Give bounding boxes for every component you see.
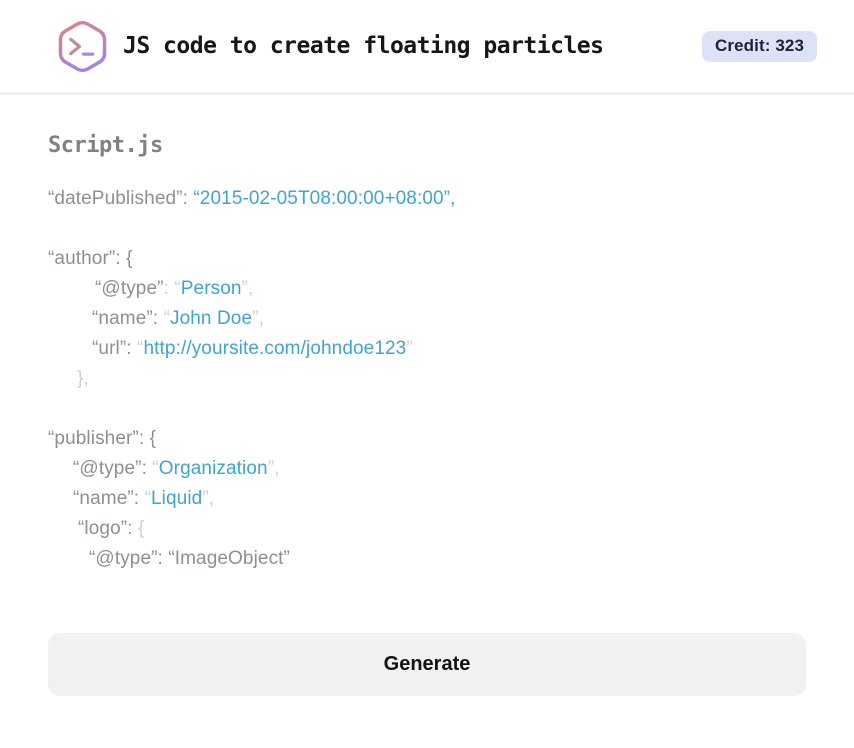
code-line: “publisher”: { [48, 424, 806, 454]
code-token: “2015-02-05T08:00:00+08:00”, [193, 188, 456, 209]
code-token: ” [406, 338, 413, 359]
code-line: “@type”: “Person”, [48, 274, 806, 304]
terminal-prompt-hexagon-icon [58, 20, 107, 72]
app-logo [55, 18, 110, 75]
code-token: “publisher”: { [48, 428, 157, 449]
code-token: Liquid [151, 488, 203, 509]
file-title: Script.js [48, 133, 163, 158]
code-line: “@type”: “ImageObject” [48, 544, 806, 574]
code-token: “datePublished” [48, 188, 183, 209]
code-token: Organization [158, 458, 268, 479]
code-token: ”, [252, 308, 264, 329]
code-line: “@type”: “Organization”, [48, 454, 806, 484]
page-title: JS code to create floating particles [123, 33, 604, 59]
code-token: “url” [92, 338, 127, 359]
code-token: “logo” [78, 518, 128, 539]
code-token: “author”: { [48, 248, 133, 269]
code-token: : [163, 278, 175, 299]
code-token: : [141, 458, 153, 479]
code-token: ”, [267, 458, 280, 479]
code-line: “url”: “http://yoursite.com/johndoe123” [48, 334, 806, 364]
app-window: JS code to create floating particles Cre… [0, 0, 854, 748]
code-token: http://yoursite.com/johndoe123 [143, 338, 407, 359]
code-token: : [127, 518, 138, 539]
code-line: “name”: “Liquid”, [48, 484, 806, 514]
code-token: { [137, 518, 145, 539]
header: JS code to create floating particles Cre… [0, 0, 854, 95]
code-line: “name”: “John Doe”, [48, 304, 806, 334]
code-token: Person [180, 278, 242, 299]
code-block: “datePublished”: “2015-02-05T08:00:00+08… [48, 184, 806, 574]
code-line: “author”: { [48, 244, 806, 274]
code-token: “@type” [95, 278, 164, 299]
generate-button[interactable]: Generate [48, 633, 806, 696]
credit-badge: Credit: 323 [702, 30, 817, 62]
code-token: “@type”: “ImageObject” [89, 548, 290, 569]
code-token: “@type” [73, 458, 142, 479]
code-token: : [182, 188, 194, 209]
code-token: ”, [241, 278, 254, 299]
code-token: “name” [92, 308, 153, 329]
code-token: John Doe [170, 308, 253, 329]
code-token: : [126, 338, 138, 359]
code-token: : [152, 308, 164, 329]
code-line: }, [48, 364, 806, 394]
code-token: “name” [73, 488, 134, 509]
code-token: : [133, 488, 145, 509]
code-line: “datePublished”: “2015-02-05T08:00:00+08… [48, 184, 806, 214]
code-line: “logo”: { [48, 514, 806, 544]
code-token: }, [77, 368, 89, 389]
main-content: Script.js “datePublished”: “2015-02-05T0… [0, 133, 854, 696]
code-token: ”, [202, 488, 215, 509]
